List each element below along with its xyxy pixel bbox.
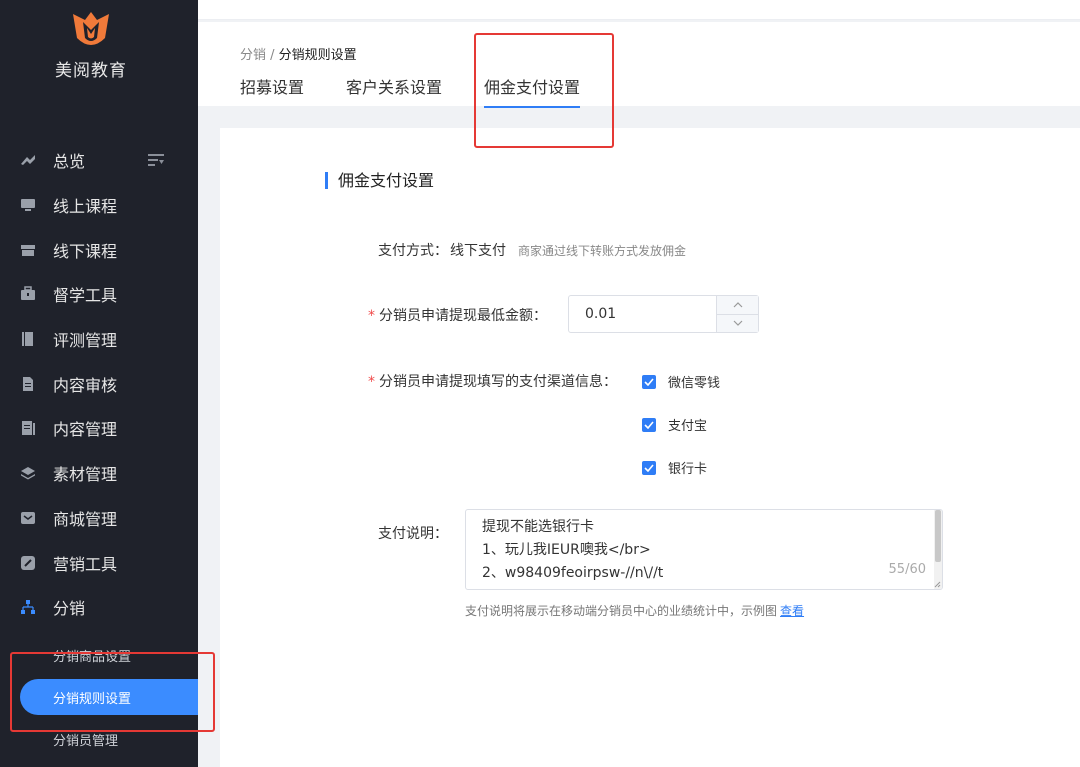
sidebar-item-label: 评测管理 — [53, 331, 118, 351]
sidebar-item-content-management[interactable]: 内容管理 — [0, 406, 198, 451]
description-textarea[interactable]: 提现不能选银行卡 1、玩儿我IEUR噢我</br> 2、w98409feoirpsw… — [465, 509, 943, 590]
sidebar-item-label: 营销工具 — [53, 554, 118, 574]
checkbox-label: 支付宝 — [668, 419, 708, 434]
brand-logo[interactable]: 美阅教育 — [0, 8, 182, 81]
checkbox-bank-card[interactable]: 银行卡 — [642, 458, 707, 477]
sidebar-item-overview[interactable]: 总览 — [0, 138, 198, 183]
pay-method-hint: 商家通过线下转账方式发放佣金 — [518, 244, 687, 258]
chevron-up-icon — [733, 301, 742, 308]
required-mark: * — [368, 308, 375, 324]
pay-method-row: 支付方式： 线下支付 商家通过线下转账方式发放佣金 — [378, 240, 686, 260]
view-example-link[interactable]: 查看 — [780, 604, 804, 618]
tab-customer-relationship[interactable]: 客户关系设置 — [346, 74, 442, 108]
distribution-submenu: 分销商品设置 分销规则设置 分销员管理 — [0, 634, 198, 760]
description-line: 提现不能选银行卡 — [482, 519, 594, 535]
section-title: 佣金支付设置 — [325, 172, 434, 189]
distribution-icon — [20, 599, 36, 615]
submenu-item-product-settings[interactable]: 分销商品设置 — [0, 634, 198, 676]
scroll-thumb[interactable] — [935, 510, 941, 562]
sidebar-item-label: 分销 — [53, 599, 86, 619]
min-amount-label-row: * 分销员申请提现最低金额： — [368, 305, 547, 325]
submenu-item-rule-settings[interactable]: 分销规则设置 — [20, 679, 198, 715]
checkbox-alipay[interactable]: 支付宝 — [642, 415, 707, 434]
min-amount-input[interactable] — [569, 296, 716, 332]
layers-icon — [20, 465, 36, 481]
sidebar-item-content-review[interactable]: 内容审核 — [0, 361, 198, 406]
tab-recruitment[interactable]: 招募设置 — [240, 74, 304, 108]
sidebar-item-mall[interactable]: 商城管理 — [0, 496, 198, 541]
sidebar-item-online-courses[interactable]: 线上课程 — [0, 183, 198, 228]
min-amount-label: 分销员申请提现最低金额： — [379, 308, 547, 324]
min-amount-stepper[interactable] — [568, 295, 759, 333]
sidebar-item-supervision-tools[interactable]: 督学工具 — [0, 272, 198, 317]
sidebar: 美阅教育 总览 线上课程 线下课程 督学工具 评测管理 内容审核 内容管理 素材… — [0, 0, 198, 767]
content-icon — [20, 420, 36, 436]
sidebar-item-label: 线下课程 — [53, 241, 118, 261]
brand-name: 美阅教育 — [55, 61, 127, 81]
sidebar-item-label: 内容审核 — [53, 375, 118, 395]
sidebar-item-materials[interactable]: 素材管理 — [0, 451, 198, 496]
pay-method-value: 线下支付 — [450, 243, 506, 259]
sidebar-item-assessment[interactable]: 评测管理 — [0, 317, 198, 362]
help-text: 支付说明将展示在移动端分销员中心的业绩统计中，示例图 — [465, 604, 778, 618]
breadcrumb-separator: / — [266, 48, 279, 63]
tag-icon — [20, 555, 36, 571]
description-line: 2、w98409feoirpsw-//n\//t — [482, 565, 664, 581]
sidebar-item-distribution[interactable]: 分销 — [0, 585, 198, 630]
store-icon — [20, 242, 36, 258]
tab-commission-payment[interactable]: 佣金支付设置 — [484, 74, 581, 108]
settings-card: 佣金支付设置 支付方式： 线下支付 商家通过线下转账方式发放佣金 * 分销员申请提现最… — [220, 128, 1080, 767]
settings-tabs: 招募设置 客户关系设置 佣金支付设置 — [240, 74, 622, 108]
sidebar-item-label: 总览 — [53, 152, 86, 172]
checkbox-wechat[interactable]: 微信零钱 — [642, 372, 720, 391]
document-icon — [20, 376, 36, 392]
channels-label: 分销员申请提现填写的支付渠道信息： — [379, 374, 617, 390]
sidebar-item-label: 商城管理 — [53, 509, 118, 529]
checkbox-checked-icon[interactable] — [642, 417, 656, 432]
briefcase-icon — [20, 286, 36, 302]
sidebar-item-label: 线上课程 — [53, 197, 118, 217]
breadcrumb-root[interactable]: 分销 — [240, 48, 266, 63]
checkbox-checked-icon[interactable] — [642, 460, 656, 475]
decrement-button[interactable] — [717, 313, 758, 333]
required-mark: * — [368, 374, 375, 390]
char-counter: 55/60 — [888, 562, 926, 577]
monitor-icon — [20, 197, 36, 213]
overview-icon — [20, 152, 36, 168]
chevron-down-icon — [733, 320, 742, 327]
collapse-menu-icon[interactable] — [148, 153, 164, 167]
brand-logo-icon — [73, 12, 109, 45]
checkbox-label: 银行卡 — [668, 462, 708, 477]
book-icon — [20, 331, 36, 347]
submenu-item-distributor-management[interactable]: 分销员管理 — [0, 718, 198, 760]
checkbox-checked-icon[interactable] — [642, 374, 656, 389]
top-bar — [198, 0, 1080, 20]
description-line: 1、玩儿我IEUR噢我</br> — [482, 542, 651, 558]
stepper-arrows — [716, 296, 758, 332]
description-help: 支付说明将展示在移动端分销员中心的业绩统计中，示例图 查看 — [465, 602, 804, 619]
sidebar-item-label: 素材管理 — [53, 465, 118, 485]
channels-label-row: * 分销员申请提现填写的支付渠道信息： — [368, 371, 617, 391]
page-header: 分销 / 分销规则设置 招募设置 客户关系设置 佣金支付设置 — [198, 22, 1080, 108]
checkbox-label: 微信零钱 — [668, 376, 721, 391]
sidebar-item-offline-courses[interactable]: 线下课程 — [0, 227, 198, 272]
mail-icon — [20, 510, 36, 526]
textarea-scrollbar[interactable] — [934, 510, 942, 589]
resize-handle-icon[interactable] — [933, 580, 941, 588]
sidebar-item-label: 内容管理 — [53, 420, 118, 440]
sidebar-menu: 总览 线上课程 线下课程 督学工具 评测管理 内容审核 内容管理 素材管理 商城… — [0, 138, 198, 630]
breadcrumb-current: 分销规则设置 — [278, 48, 357, 63]
description-text: 提现不能选银行卡 1、玩儿我IEUR噢我</br> 2、w98409feoirpsw… — [482, 516, 663, 585]
sidebar-item-label: 督学工具 — [53, 286, 118, 306]
breadcrumb: 分销 / 分销规则设置 — [240, 44, 357, 63]
increment-button[interactable] — [717, 296, 758, 314]
sidebar-item-marketing[interactable]: 营销工具 — [0, 540, 198, 585]
description-label: 支付说明： — [378, 526, 448, 542]
pay-method-label: 支付方式： — [378, 243, 448, 259]
